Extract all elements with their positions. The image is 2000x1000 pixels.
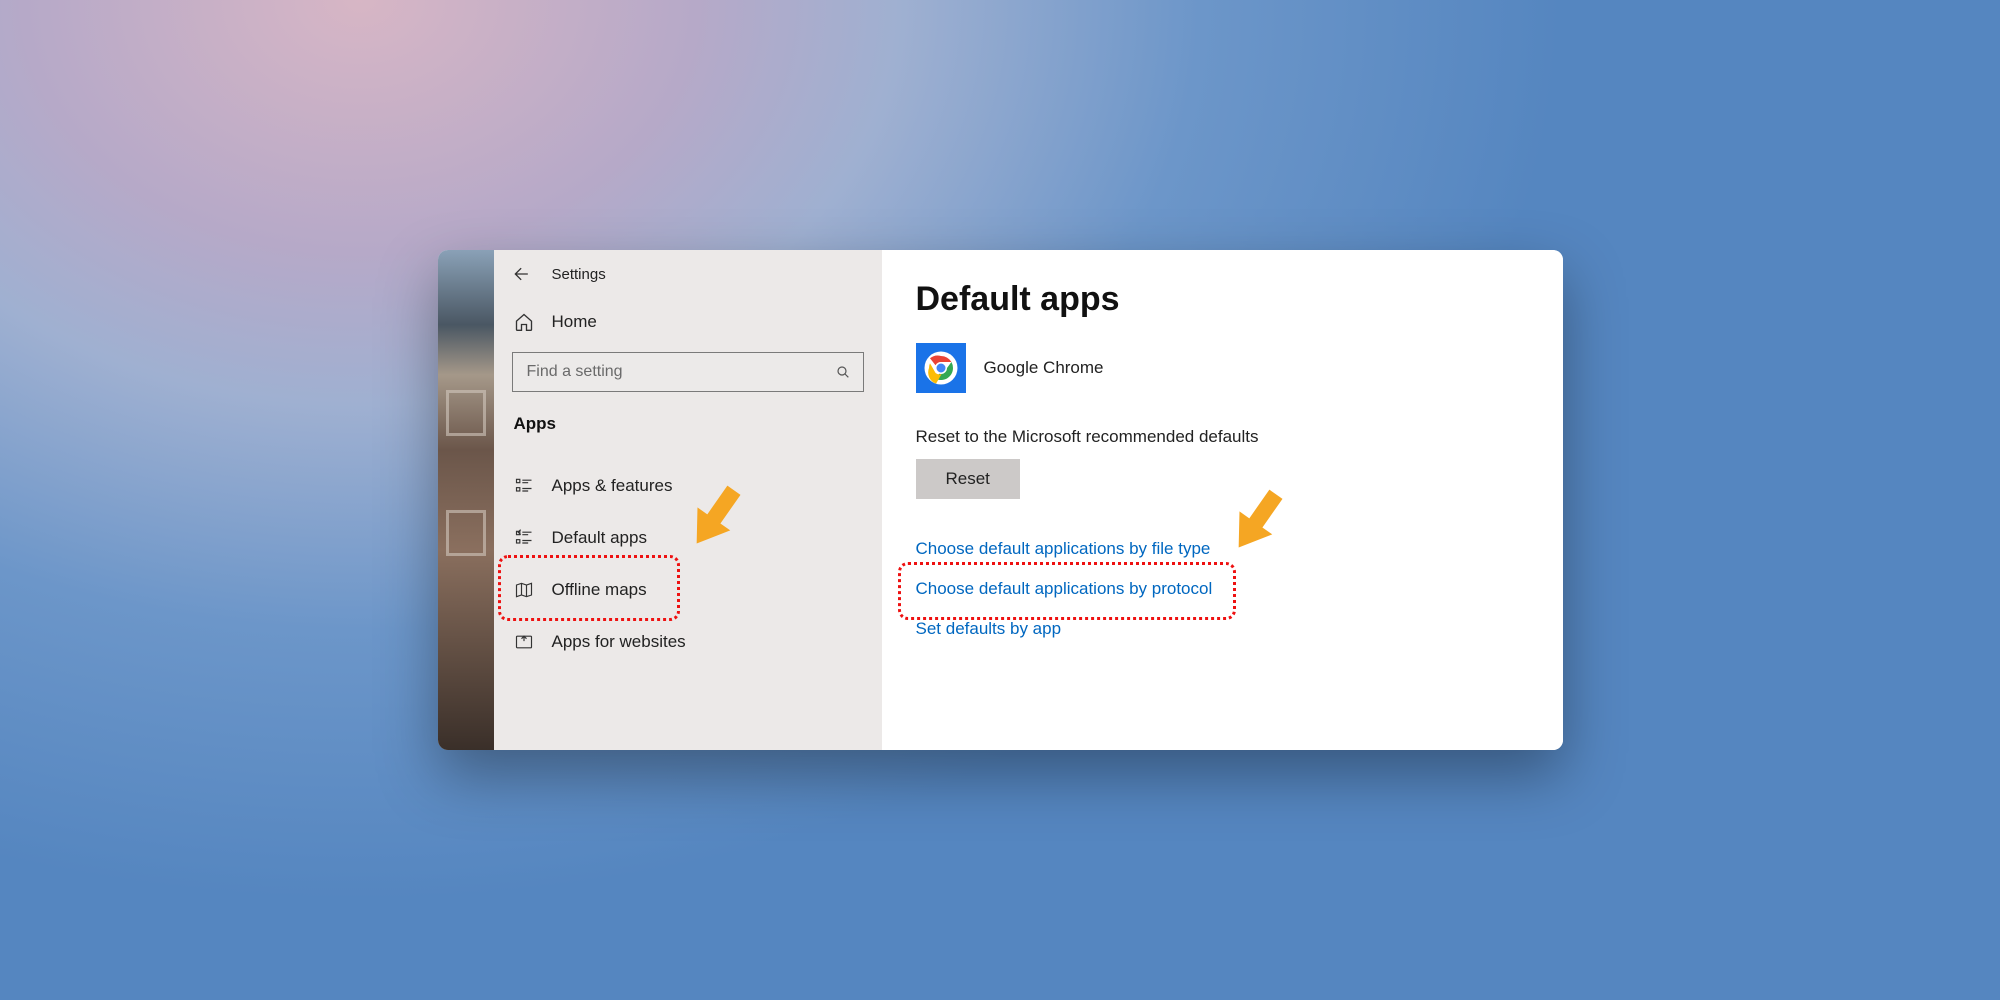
home-icon: [514, 312, 534, 332]
apps-features-icon: [514, 476, 534, 496]
titlebar: Settings: [494, 250, 882, 298]
nav-apps-for-websites[interactable]: Apps for websites: [494, 616, 882, 668]
nav-label: Default apps: [552, 528, 647, 548]
offline-maps-icon: [514, 580, 534, 600]
link-choose-by-protocol[interactable]: Choose default applications by protocol: [916, 569, 1529, 609]
category-label: Apps: [494, 392, 882, 442]
nav-default-apps[interactable]: Default apps: [494, 512, 882, 564]
nav-home[interactable]: Home: [494, 298, 882, 346]
search-input[interactable]: [525, 362, 835, 382]
wallpaper: Settings Home Apps Apps & features: [0, 0, 2000, 1000]
nav-offline-maps[interactable]: Offline maps: [494, 564, 882, 616]
nav-apps-and-features[interactable]: Apps & features: [494, 460, 882, 512]
sidebar: Settings Home Apps Apps & features: [494, 250, 882, 750]
settings-window: Settings Home Apps Apps & features: [438, 250, 1563, 750]
nav-list: Apps & features Default apps Offline map…: [494, 460, 882, 668]
nav-home-label: Home: [552, 312, 597, 332]
reset-description: Reset to the Microsoft recommended defau…: [916, 427, 1529, 447]
default-apps-icon: [514, 528, 534, 548]
nav-label: Apps for websites: [552, 632, 686, 652]
main-panel: Default apps Google Chrome Reset to the …: [882, 250, 1563, 750]
nav-label: Offline maps: [552, 580, 647, 600]
desktop-strip: [438, 250, 494, 750]
default-browser-row[interactable]: Google Chrome: [916, 343, 1529, 393]
default-browser-name: Google Chrome: [984, 358, 1104, 378]
link-set-defaults-by-app[interactable]: Set defaults by app: [916, 609, 1529, 649]
nav-label: Apps & features: [552, 476, 673, 496]
search-box[interactable]: [512, 352, 864, 392]
apps-for-websites-icon: [514, 632, 534, 652]
window-title: Settings: [552, 266, 606, 283]
link-choose-by-file-type[interactable]: Choose default applications by file type: [916, 529, 1529, 569]
reset-button[interactable]: Reset: [916, 459, 1020, 499]
page-title: Default apps: [916, 280, 1529, 319]
search-icon: [835, 364, 851, 380]
chrome-icon: [916, 343, 966, 393]
back-button[interactable]: [512, 264, 532, 284]
